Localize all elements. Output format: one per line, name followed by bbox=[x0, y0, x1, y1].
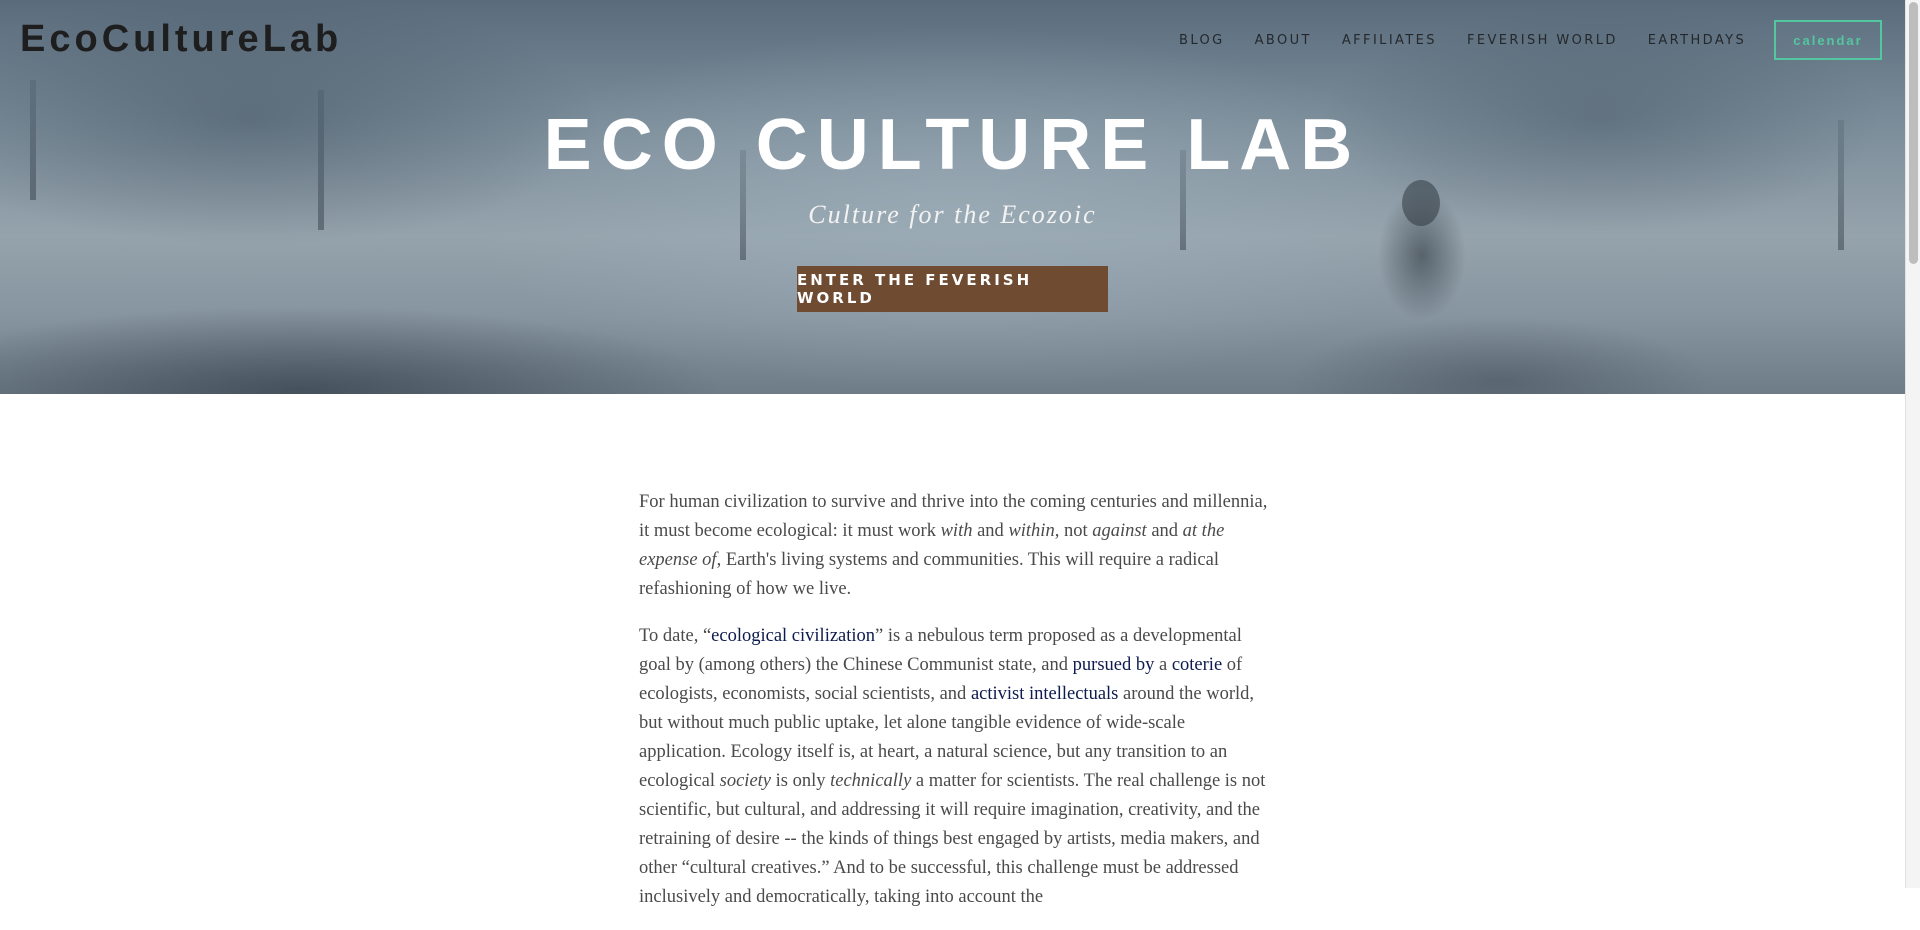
enter-feverish-world-button[interactable]: ENTER THE FEVERISH WORLD bbox=[797, 266, 1108, 312]
nav-item-feverish-world[interactable]: FEVERISH WORLD bbox=[1467, 33, 1618, 48]
page-scrollbar[interactable] bbox=[1905, 0, 1920, 888]
article-body: For human civilization to survive and th… bbox=[639, 488, 1274, 930]
scrollbar-thumb[interactable] bbox=[1909, 2, 1918, 264]
text-run: and bbox=[1146, 521, 1183, 541]
nav-item-blog[interactable]: BLOG bbox=[1179, 33, 1225, 48]
calendar-button[interactable]: calendar bbox=[1774, 20, 1882, 60]
nav-item-affiliates[interactable]: AFFILIATES bbox=[1342, 33, 1437, 48]
hero-subtitle: Culture for the Ecozoic bbox=[808, 200, 1097, 229]
article-paragraph-1: For human civilization to survive and th… bbox=[639, 488, 1274, 604]
text-run: , not bbox=[1054, 521, 1093, 541]
emphasis-text: society bbox=[719, 771, 772, 791]
emphasis-text: within bbox=[1008, 521, 1055, 541]
text-run: is only bbox=[771, 771, 831, 791]
emphasis-text: against bbox=[1092, 521, 1147, 541]
hero-banner: EcoCultureLab BLOG ABOUT AFFILIATES FEVE… bbox=[0, 0, 1905, 394]
article-paragraph-2: To date, “ecological civilization” is a … bbox=[639, 622, 1274, 912]
nav-item-earthdays[interactable]: EARTHDAYS bbox=[1648, 33, 1746, 48]
text-run: a bbox=[1154, 655, 1172, 675]
text-run: and bbox=[972, 521, 1009, 541]
hero-title: ECO CULTURE LAB bbox=[543, 105, 1362, 185]
text-run: a matter for scientists. The real challe… bbox=[639, 771, 1266, 907]
emphasis-text: with bbox=[940, 521, 973, 541]
main-nav: BLOG ABOUT AFFILIATES FEVERISH WORLD EAR… bbox=[1179, 33, 1776, 48]
nav-item-about[interactable]: ABOUT bbox=[1255, 33, 1312, 48]
emphasis-text: technically bbox=[830, 771, 912, 791]
text-run: To date, “ bbox=[639, 626, 712, 646]
text-run: , Earth's living systems and communities… bbox=[639, 550, 1219, 599]
site-logo[interactable]: EcoCultureLab bbox=[20, 18, 342, 61]
link-pursued-by[interactable]: pursued by bbox=[1073, 655, 1155, 675]
link-ecological-civilization[interactable]: ecological civilization bbox=[711, 626, 875, 646]
link-activist-intellectuals[interactable]: activist intellectuals bbox=[971, 684, 1118, 704]
link-coterie[interactable]: coterie bbox=[1172, 655, 1222, 675]
